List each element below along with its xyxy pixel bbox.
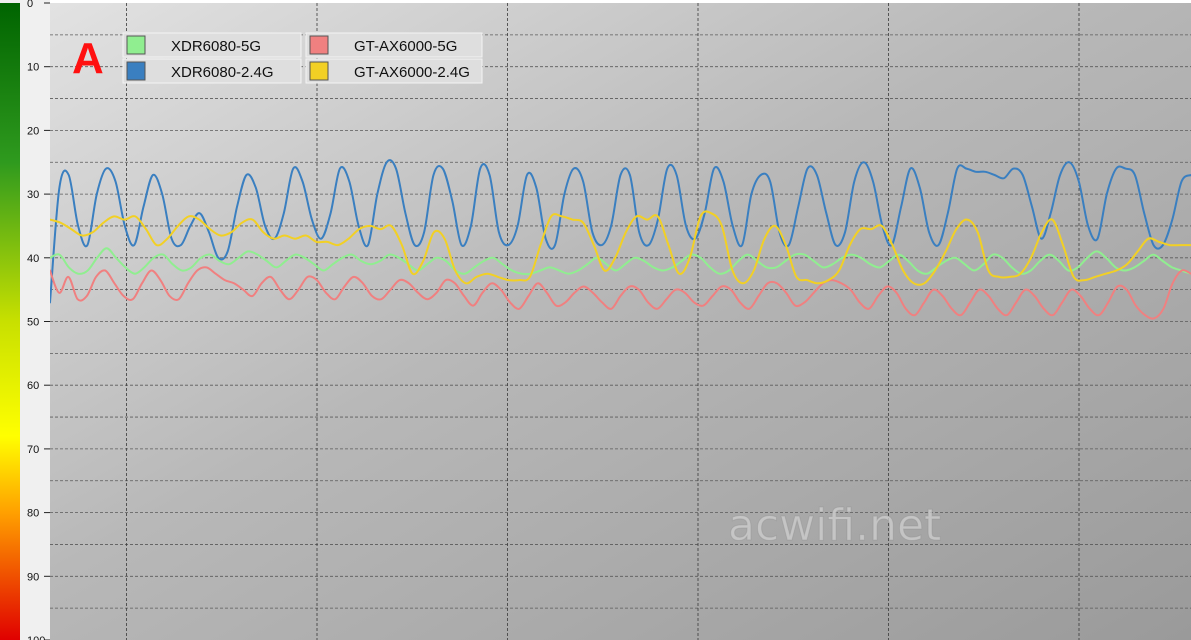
signal-chart: 0 10 20 30 40 50 60 70 80 90 100 acwifi.net A XDR6… [0, 0, 1191, 640]
legend-swatch [126, 35, 146, 55]
legend-label: GT-AX6000-5G [354, 38, 457, 55]
color-scale-bar [0, 3, 20, 640]
y-tick-label: 50 [27, 317, 39, 329]
y-tick-label: 20 [27, 125, 39, 137]
legend-label: GT-AX6000-2.4G [354, 64, 470, 81]
y-tick-label: 80 [27, 508, 39, 520]
watermark: acwifi.net [728, 500, 941, 551]
y-tick-label: 10 [27, 62, 39, 74]
legend-label: XDR6080-2.4G [171, 64, 274, 81]
legend-swatch [309, 35, 329, 55]
legend-swatch [309, 61, 329, 81]
legend-swatch [126, 61, 146, 81]
y-tick-label: 0 [27, 0, 33, 10]
y-tick-label: 90 [27, 571, 39, 583]
y-tick-label: 60 [27, 380, 39, 392]
panel-label: A [72, 34, 104, 83]
y-tick-label: 40 [27, 253, 39, 265]
legend-label: XDR6080-5G [171, 38, 261, 55]
y-tick-label: 30 [27, 189, 39, 201]
y-tick-label: 70 [27, 444, 39, 456]
y-tick-label: 100 [27, 635, 45, 640]
